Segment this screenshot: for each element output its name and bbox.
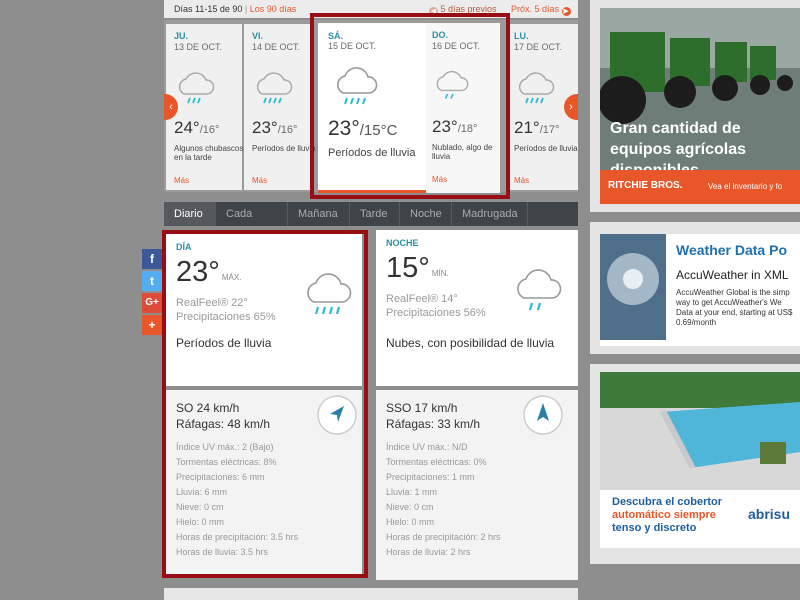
day-temp: 21°/17° [514, 118, 560, 137]
ad-brand: abrisu [748, 506, 791, 522]
ad-body: Descubra el cobertor automático siempre … [600, 372, 800, 548]
ad-brand: RITCHIE BROS. [608, 180, 683, 191]
min-temp: 15° MÍN. [386, 252, 449, 284]
rain-cloud-icon [252, 68, 296, 113]
night-stats-list: Índice UV máx.: N/D Tormentas eléctricas:… [386, 442, 501, 557]
tab-madrugada[interactable]: Madrugada [452, 202, 528, 226]
twitter-share-button[interactable]: t [142, 271, 162, 291]
highlight-frame-day [310, 13, 510, 199]
facebook-share-button[interactable]: f [142, 249, 162, 269]
ad-pool-image [600, 372, 800, 490]
highlight-frame-panel [162, 230, 368, 578]
day-name: LU. [514, 31, 529, 41]
chevron-right-icon: › [569, 101, 573, 113]
rain-cloud-icon [514, 68, 558, 113]
day-card-fri[interactable]: VI. 14 DE OCT. 23°/16° Períodos de lluvi… [244, 24, 316, 190]
tab-noche[interactable]: Noche [400, 202, 452, 226]
day-date: 17 DE OCT. [514, 42, 563, 52]
tab-manana[interactable]: Mañana [288, 202, 350, 226]
day-date: 14 DE OCT. [252, 42, 301, 52]
tab-cada-hora[interactable]: Cada hora [216, 202, 288, 244]
wind-direction-icon [522, 394, 564, 441]
ad-footer: RITCHIE BROS. Vea el inventario y fo [600, 170, 800, 204]
day-date: 13 DE OCT. [174, 42, 223, 52]
day-name: JU. [174, 31, 189, 41]
night-detail-panel: NOCHE 15° MÍN. RealFeel® 14° Precipitacion… [376, 230, 578, 386]
more-link[interactable]: Más [174, 176, 189, 185]
ad-text: Descubra el cobertor automático siempre … [612, 496, 723, 534]
link-90-days[interactable]: Los 90 días [250, 4, 297, 14]
ad-pool-cover[interactable]: Descubra el cobertor automático siempre … [590, 364, 800, 564]
ad-title: Weather Data Po [676, 242, 787, 258]
ad-cta: Vea el inventario y fo [708, 182, 783, 191]
ad-ritchie-bros[interactable]: Gran cantidad de equipos agrícolas dispo… [590, 0, 800, 212]
ad-satellite-image [600, 234, 666, 340]
google-plus-share-button[interactable]: G+ [142, 293, 162, 313]
chevron-left-icon: ‹ [169, 101, 173, 113]
more-link[interactable]: Más [252, 176, 267, 185]
day-name: VI. [252, 31, 264, 41]
day-temp: 24°/16° [174, 118, 220, 137]
wind-info: SSO 17 km/h Ráfagas: 33 km/h [386, 401, 481, 431]
rain-cloud-icon [512, 266, 566, 321]
day-temp: 23°/16° [252, 118, 298, 137]
day-phrase: Algunos chubascos en la tarde [174, 144, 244, 162]
night-phrase: Nubes, con posibilidad de lluvia [386, 336, 555, 350]
ad-subtitle: AccuWeather in XML [676, 268, 789, 282]
more-link[interactable]: Más [514, 176, 529, 185]
more-share-button[interactable]: + [142, 315, 162, 335]
tab-diario[interactable]: Diario [164, 202, 216, 226]
ad-body: Weather Data Po AccuWeather in XML AccuW… [600, 234, 800, 346]
tab-tarde[interactable]: Tarde [350, 202, 400, 226]
days-range-label: Días 11-15 de 90 | Los 90 días [174, 4, 297, 14]
ad-weather-data[interactable]: Weather Data Po AccuWeather in XML AccuW… [590, 222, 800, 354]
night-wind-panel: SSO 17 km/h Ráfagas: 33 km/h Índice UV má… [376, 390, 578, 580]
rain-cloud-icon [174, 68, 218, 113]
period-tabs: Diario Cada hora Mañana Tarde Noche Madr… [164, 202, 578, 244]
arrow-right-icon: ▶ [561, 7, 571, 16]
panel-label: NOCHE [386, 238, 419, 248]
next-section-edge [164, 588, 578, 600]
realfeel-info: RealFeel® 14° Precipitaciones 56% [386, 293, 486, 319]
ad-image: Gran cantidad de equipos agrícolas dispo… [600, 8, 800, 204]
day-phrase: Períodos de lluvia [514, 144, 578, 153]
ad-text: AccuWeather Global is the simp way to ge… [676, 288, 793, 327]
next-5-days-link[interactable]: Próx. 5 días ▶ [511, 4, 571, 16]
